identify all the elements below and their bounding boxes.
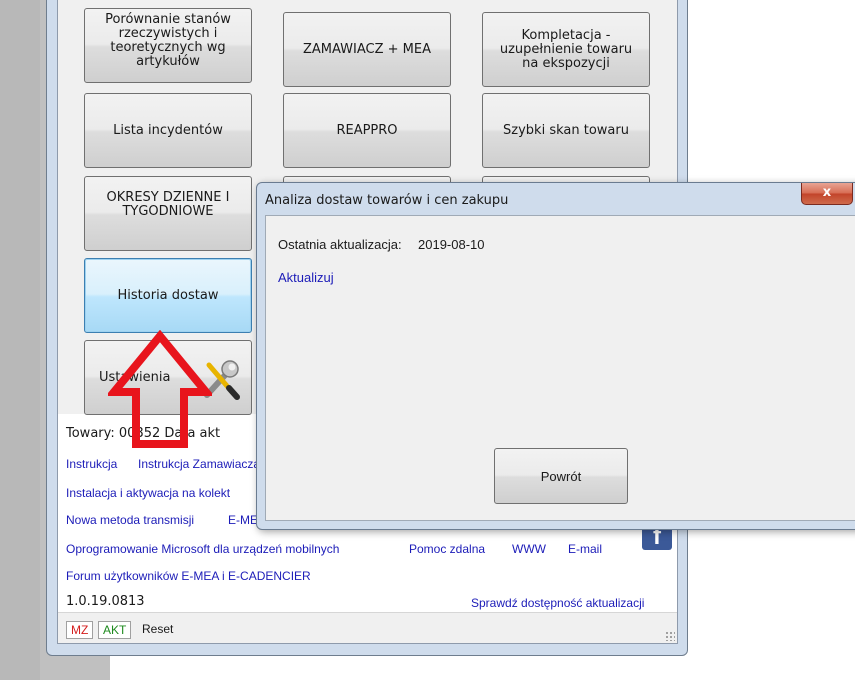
dialog-title: Analiza dostaw towarów i cen zakupu	[265, 193, 509, 208]
reset-button[interactable]: Reset	[142, 622, 173, 636]
analiza-dostaw-dialog: Analiza dostaw towarów i cen zakupu x Os…	[256, 182, 855, 530]
screen: Porównanie stanów rzeczywistych i teoret…	[0, 0, 855, 680]
historia-dostaw-button[interactable]: Historia dostaw	[84, 258, 252, 333]
status-bar: MZ AKT Reset	[58, 612, 677, 643]
instalacja-kolektor-link[interactable]: Instalacja i aktywacja na kolekt	[66, 486, 230, 500]
forum-link[interactable]: Forum użytkowników E-MEA i E-CADENCIER	[66, 569, 311, 583]
pomoc-zdalna-link[interactable]: Pomoc zdalna	[409, 542, 485, 556]
oprogramowanie-link[interactable]: Oprogramowanie Microsoft dla urządzeń mo…	[66, 542, 339, 556]
mz-status[interactable]: MZ	[66, 621, 94, 639]
resize-grip-icon[interactable]	[665, 631, 675, 641]
reappro-button[interactable]: REAPPRO	[283, 93, 451, 168]
akt-status[interactable]: AKT	[98, 621, 132, 639]
www-link[interactable]: WWW	[512, 542, 546, 556]
powrot-button[interactable]: Powrót	[494, 448, 628, 504]
kompletacja-button[interactable]: Kompletacja - uzupełnienie towaru na eks…	[482, 12, 650, 87]
dialog-body: Ostatnia aktualizacja: 2019-08-10 Aktual…	[265, 215, 855, 521]
okresy-button[interactable]: OKRESY DZIENNE I TYGODNIOWE	[84, 176, 252, 251]
porownanie-button[interactable]: Porównanie stanów rzeczywistych i teoret…	[84, 8, 252, 83]
instrukcja-link[interactable]: Instrukcja	[66, 457, 117, 471]
version-label: 1.0.19.0813	[66, 594, 145, 609]
last-update-label: Ostatnia aktualizacja:	[278, 237, 402, 252]
emea-link[interactable]: E-ME	[228, 513, 258, 527]
red-arrow-annotation	[108, 330, 212, 448]
email-link[interactable]: E-mail	[568, 542, 602, 556]
aktualizuj-link[interactable]: Aktualizuj	[278, 270, 334, 285]
nowa-metoda-link[interactable]: Nowa metoda transmisji	[66, 513, 194, 527]
desktop-background	[0, 0, 40, 680]
close-icon[interactable]: x	[801, 183, 853, 205]
sprawdz-aktualizacji-link[interactable]: Sprawdź dostępność aktualizacji	[471, 596, 644, 610]
instalacja-zamawiacza-link[interactable]: Instrukcja Zamawiacza	[138, 457, 260, 471]
last-update-value: 2019-08-10	[418, 237, 485, 252]
zamawiacz-mea-button[interactable]: ZAMAWIACZ + MEA	[283, 12, 451, 87]
lista-incydentow-button[interactable]: Lista incydentów	[84, 93, 252, 168]
szybki-skan-button[interactable]: Szybki skan towaru	[482, 93, 650, 168]
